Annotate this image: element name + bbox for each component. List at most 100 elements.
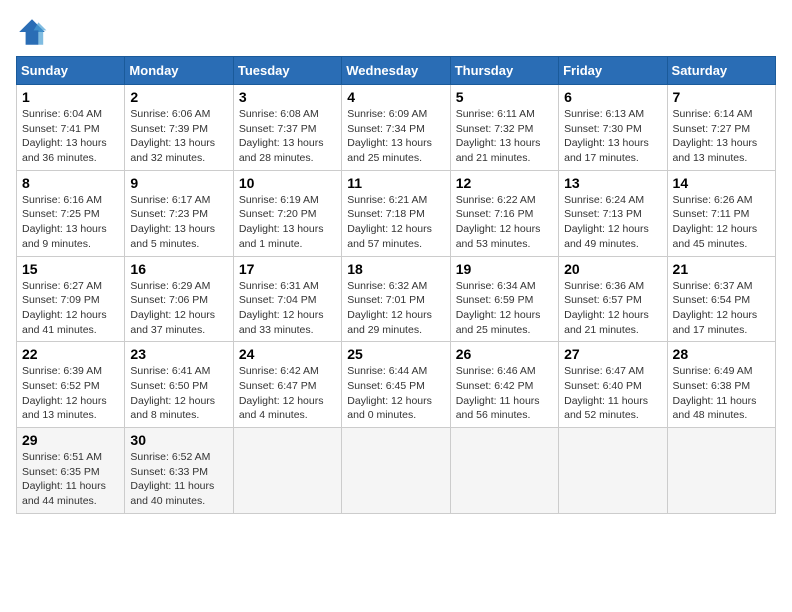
calendar-cell: 6 Sunrise: 6:13 AMSunset: 7:30 PMDaylight… (559, 85, 667, 171)
day-number: 18 (347, 261, 444, 277)
day-info: Sunrise: 6:47 AMSunset: 6:40 PMDaylight:… (564, 364, 661, 423)
calendar-cell: 23 Sunrise: 6:41 AMSunset: 6:50 PMDayligh… (125, 342, 233, 428)
calendar-cell: 10 Sunrise: 6:19 AMSunset: 7:20 PMDayligh… (233, 170, 341, 256)
calendar-cell: 29 Sunrise: 6:51 AMSunset: 6:35 PMDayligh… (17, 428, 125, 514)
day-info: Sunrise: 6:34 AMSunset: 6:59 PMDaylight:… (456, 279, 553, 338)
page-header (16, 16, 776, 48)
calendar-week-3: 15 Sunrise: 6:27 AMSunset: 7:09 PMDayligh… (17, 256, 776, 342)
day-info: Sunrise: 6:04 AMSunset: 7:41 PMDaylight:… (22, 107, 119, 166)
calendar-cell: 24 Sunrise: 6:42 AMSunset: 6:47 PMDayligh… (233, 342, 341, 428)
day-info: Sunrise: 6:41 AMSunset: 6:50 PMDaylight:… (130, 364, 227, 423)
calendar-cell: 25Sunrise: 6:44 AMSunset: 6:45 PMDayligh… (342, 342, 450, 428)
calendar-cell: 3 Sunrise: 6:08 AMSunset: 7:37 PMDaylight… (233, 85, 341, 171)
day-number: 22 (22, 346, 119, 362)
calendar-cell: 30Sunrise: 6:52 AMSunset: 6:33 PMDayligh… (125, 428, 233, 514)
calendar-cell (667, 428, 775, 514)
calendar-week-2: 8 Sunrise: 6:16 AMSunset: 7:25 PMDaylight… (17, 170, 776, 256)
day-info: Sunrise: 6:31 AMSunset: 7:04 PMDaylight:… (239, 279, 336, 338)
day-number: 1 (22, 89, 119, 105)
day-number: 27 (564, 346, 661, 362)
day-info: Sunrise: 6:49 AMSunset: 6:38 PMDaylight:… (673, 364, 770, 423)
calendar-cell: 27 Sunrise: 6:47 AMSunset: 6:40 PMDayligh… (559, 342, 667, 428)
day-info: Sunrise: 6:22 AMSunset: 7:16 PMDaylight:… (456, 193, 553, 252)
logo-icon (16, 16, 48, 48)
day-number: 17 (239, 261, 336, 277)
day-header-thursday: Thursday (450, 57, 558, 85)
day-number: 15 (22, 261, 119, 277)
day-number: 28 (673, 346, 770, 362)
calendar-cell: 26 Sunrise: 6:46 AMSunset: 6:42 PMDayligh… (450, 342, 558, 428)
day-header-tuesday: Tuesday (233, 57, 341, 85)
day-number: 6 (564, 89, 661, 105)
calendar-cell: 16 Sunrise: 6:29 AMSunset: 7:06 PMDayligh… (125, 256, 233, 342)
day-info: Sunrise: 6:27 AMSunset: 7:09 PMDaylight:… (22, 279, 119, 338)
calendar-cell: 1 Sunrise: 6:04 AMSunset: 7:41 PMDaylight… (17, 85, 125, 171)
calendar-cell: 28 Sunrise: 6:49 AMSunset: 6:38 PMDayligh… (667, 342, 775, 428)
day-number: 11 (347, 175, 444, 191)
day-number: 26 (456, 346, 553, 362)
calendar-cell: 4Sunrise: 6:09 AMSunset: 7:34 PMDaylight… (342, 85, 450, 171)
day-info: Sunrise: 6:42 AMSunset: 6:47 PMDaylight:… (239, 364, 336, 423)
calendar-cell: 20Sunrise: 6:36 AMSunset: 6:57 PMDayligh… (559, 256, 667, 342)
calendar-cell: 9 Sunrise: 6:17 AMSunset: 7:23 PMDaylight… (125, 170, 233, 256)
calendar-cell: 15 Sunrise: 6:27 AMSunset: 7:09 PMDayligh… (17, 256, 125, 342)
calendar-cell: 22 Sunrise: 6:39 AMSunset: 6:52 PMDayligh… (17, 342, 125, 428)
day-number: 10 (239, 175, 336, 191)
day-number: 7 (673, 89, 770, 105)
day-number: 13 (564, 175, 661, 191)
calendar-cell (233, 428, 341, 514)
calendar-cell: 2 Sunrise: 6:06 AMSunset: 7:39 PMDaylight… (125, 85, 233, 171)
day-info: Sunrise: 6:06 AMSunset: 7:39 PMDaylight:… (130, 107, 227, 166)
day-header-monday: Monday (125, 57, 233, 85)
day-info: Sunrise: 6:24 AMSunset: 7:13 PMDaylight:… (564, 193, 661, 252)
calendar-cell: 8 Sunrise: 6:16 AMSunset: 7:25 PMDaylight… (17, 170, 125, 256)
day-info: Sunrise: 6:29 AMSunset: 7:06 PMDaylight:… (130, 279, 227, 338)
day-number: 29 (22, 432, 119, 448)
day-info: Sunrise: 6:21 AMSunset: 7:18 PMDaylight:… (347, 193, 444, 252)
calendar-cell: 13 Sunrise: 6:24 AMSunset: 7:13 PMDayligh… (559, 170, 667, 256)
day-number: 5 (456, 89, 553, 105)
day-header-wednesday: Wednesday (342, 57, 450, 85)
calendar-cell (450, 428, 558, 514)
day-info: Sunrise: 6:26 AMSunset: 7:11 PMDaylight:… (673, 193, 770, 252)
day-number: 24 (239, 346, 336, 362)
day-info: Sunrise: 6:16 AMSunset: 7:25 PMDaylight:… (22, 193, 119, 252)
logo (16, 16, 52, 48)
day-number: 25 (347, 346, 444, 362)
day-info: Sunrise: 6:37 AMSunset: 6:54 PMDaylight:… (673, 279, 770, 338)
day-info: Sunrise: 6:17 AMSunset: 7:23 PMDaylight:… (130, 193, 227, 252)
calendar-cell: 12 Sunrise: 6:22 AMSunset: 7:16 PMDayligh… (450, 170, 558, 256)
calendar-cell: 19Sunrise: 6:34 AMSunset: 6:59 PMDayligh… (450, 256, 558, 342)
calendar-cell: 14 Sunrise: 6:26 AMSunset: 7:11 PMDayligh… (667, 170, 775, 256)
day-number: 23 (130, 346, 227, 362)
day-number: 9 (130, 175, 227, 191)
day-info: Sunrise: 6:13 AMSunset: 7:30 PMDaylight:… (564, 107, 661, 166)
day-info: Sunrise: 6:11 AMSunset: 7:32 PMDaylight:… (456, 107, 553, 166)
day-header-sunday: Sunday (17, 57, 125, 85)
day-info: Sunrise: 6:52 AMSunset: 6:33 PMDaylight:… (130, 450, 227, 509)
day-info: Sunrise: 6:19 AMSunset: 7:20 PMDaylight:… (239, 193, 336, 252)
calendar-week-5: 29 Sunrise: 6:51 AMSunset: 6:35 PMDayligh… (17, 428, 776, 514)
calendar-cell (559, 428, 667, 514)
calendar-cell: 5 Sunrise: 6:11 AMSunset: 7:32 PMDaylight… (450, 85, 558, 171)
calendar-cell: 21 Sunrise: 6:37 AMSunset: 6:54 PMDayligh… (667, 256, 775, 342)
day-number: 16 (130, 261, 227, 277)
day-info: Sunrise: 6:51 AMSunset: 6:35 PMDaylight:… (22, 450, 119, 509)
day-header-friday: Friday (559, 57, 667, 85)
day-info: Sunrise: 6:46 AMSunset: 6:42 PMDaylight:… (456, 364, 553, 423)
calendar-table: SundayMondayTuesdayWednesdayThursdayFrid… (16, 56, 776, 514)
day-number: 12 (456, 175, 553, 191)
day-number: 2 (130, 89, 227, 105)
calendar-cell: 11 Sunrise: 6:21 AMSunset: 7:18 PMDayligh… (342, 170, 450, 256)
calendar-header-row: SundayMondayTuesdayWednesdayThursdayFrid… (17, 57, 776, 85)
day-number: 3 (239, 89, 336, 105)
calendar-cell: 17 Sunrise: 6:31 AMSunset: 7:04 PMDayligh… (233, 256, 341, 342)
day-info: Sunrise: 6:39 AMSunset: 6:52 PMDaylight:… (22, 364, 119, 423)
day-number: 8 (22, 175, 119, 191)
calendar-week-4: 22 Sunrise: 6:39 AMSunset: 6:52 PMDayligh… (17, 342, 776, 428)
day-number: 21 (673, 261, 770, 277)
day-info: Sunrise: 6:08 AMSunset: 7:37 PMDaylight:… (239, 107, 336, 166)
day-info: Sunrise: 6:09 AMSunset: 7:34 PMDaylight:… (347, 107, 444, 166)
day-number: 20 (564, 261, 661, 277)
day-number: 14 (673, 175, 770, 191)
